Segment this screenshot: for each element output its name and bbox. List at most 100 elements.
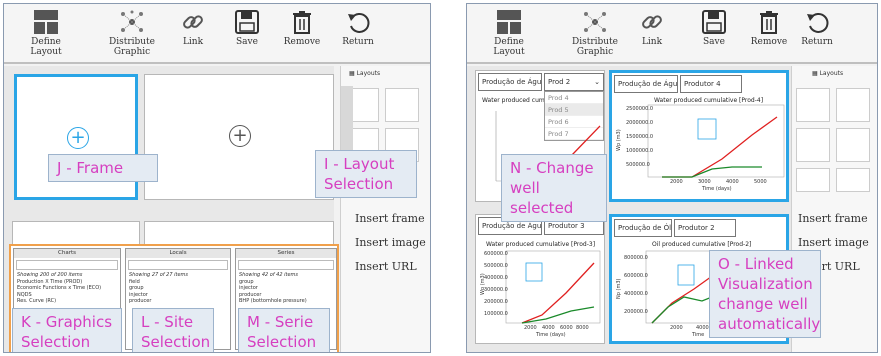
series-green-line [662, 166, 762, 178]
callout-serie-selection: M - Serie Selection [238, 308, 330, 352]
y-tick: 200000.0 [484, 299, 508, 305]
callout-text: Selection [21, 333, 91, 351]
y-tick: 400000.0 [624, 291, 648, 297]
layout-thumb[interactable] [796, 168, 830, 192]
undo-icon [348, 13, 370, 33]
y-tick: 100000.0 [484, 311, 508, 317]
grid-layout-icon [497, 10, 521, 34]
y-tick: 800000.0 [624, 255, 648, 261]
layouts-label: Layouts [356, 70, 381, 77]
link-button[interactable]: Link [637, 10, 667, 47]
insert-frame-link[interactable]: Insert frame [798, 212, 868, 225]
y-tick: 200000.0 [624, 309, 648, 315]
callout-text: L - Site [141, 313, 194, 331]
callout-text: I - Layout [324, 155, 395, 173]
callout-text: Selection [324, 175, 394, 193]
distribute-graphic-button[interactable]: Distribute Graphic [92, 10, 172, 57]
distribute-graphic-button[interactable]: Distribute Graphic [555, 10, 635, 57]
layout-thumb[interactable] [836, 88, 870, 122]
y-tick: 1500000.0 [626, 134, 654, 140]
series-green-line [521, 306, 595, 324]
x-tick: 6000 [560, 325, 573, 331]
y-axis-label: Np (m3) [616, 278, 622, 299]
network-icon [584, 12, 606, 32]
x-axis-label: Time (days) [536, 332, 566, 338]
callout-linked-visualization: O - Linked Visualization change well automa… [709, 250, 821, 338]
x-axis-label: Time (days) [702, 186, 732, 192]
frame-empty[interactable]: + [144, 74, 334, 200]
return-label: Return [801, 37, 833, 47]
x-tick: 3000 [698, 179, 711, 185]
y-tick: 1000000.0 [626, 148, 654, 154]
locals-panel-title: Locals [126, 249, 230, 258]
callout-frame-text: J - Frame [57, 159, 124, 177]
x-tick: 2000 [670, 179, 683, 185]
return-button[interactable]: Return [797, 10, 837, 47]
distribute-graphic-label: Distribute Graphic [571, 37, 618, 57]
chart-frame-2[interactable]: Produção de Água Produtor 4 Water produc… [609, 70, 789, 202]
layouts-icon: ▦ [349, 70, 355, 77]
return-button[interactable]: Return [338, 10, 378, 47]
callout-text: M - Serie [247, 313, 314, 331]
link-icon [642, 15, 662, 29]
insert-image-link[interactable]: Insert image [798, 236, 869, 249]
callout-frame: J - Frame [48, 154, 158, 182]
layout-thumb[interactable] [796, 88, 830, 122]
y-tick: 500000.0 [626, 162, 650, 168]
locals-search-input[interactable] [128, 260, 228, 270]
layouts-icon: ▦ [812, 70, 818, 77]
insert-url-link[interactable]: Insert URL [355, 260, 417, 273]
link-button[interactable]: Link [178, 10, 208, 47]
save-button[interactable]: Save [232, 10, 262, 47]
layout-editor-panel-left: Define Layout Distribute Graphic Link Sa… [3, 3, 431, 353]
y-tick: 2500000.0 [626, 106, 654, 112]
trash-icon [760, 11, 778, 34]
return-label: Return [342, 37, 374, 47]
save-button[interactable]: Save [699, 10, 729, 47]
callout-text: N - Change [510, 159, 594, 177]
callout-text: K - Graphics [21, 313, 113, 331]
list-item[interactable]: producer [126, 298, 230, 305]
x-axis-label: Time [692, 332, 705, 338]
layout-thumb[interactable] [836, 168, 870, 192]
remove-button[interactable]: Remove [282, 10, 322, 47]
distribute-graphic-label: Distribute Graphic [108, 37, 155, 57]
layouts-label: Layouts [819, 70, 844, 77]
callout-text: Selection [247, 333, 317, 351]
add-plus-icon[interactable]: + [67, 127, 89, 149]
list-item[interactable]: BHP (bottomhole pressure) [236, 298, 336, 305]
undo-icon [807, 13, 829, 33]
charts-search-input[interactable] [16, 260, 118, 270]
layout-thumb[interactable] [385, 88, 419, 122]
save-icon [702, 10, 726, 34]
y-tick: 600000.0 [624, 273, 648, 279]
layout-thumb[interactable] [836, 128, 870, 162]
x-tick: 8000 [576, 325, 589, 331]
callout-text: O - Linked [718, 255, 794, 273]
y-tick: 300000.0 [484, 287, 508, 293]
insert-frame-link[interactable]: Insert frame [355, 212, 425, 225]
define-layout-button[interactable]: Define Layout [479, 10, 539, 57]
define-layout-button[interactable]: Define Layout [16, 10, 76, 57]
charts-panel-title: Charts [14, 249, 120, 258]
layout-thumb[interactable] [796, 128, 830, 162]
callout-text: Selection [141, 333, 211, 351]
callout-change-well: N - Change well selected [501, 154, 607, 222]
remove-label: Remove [750, 37, 788, 47]
toolbar: Define Layout Distribute Graphic Link Sa… [4, 4, 430, 64]
x-tick: 4000 [542, 325, 555, 331]
list-item[interactable]: Res. Curve (RC) [14, 298, 120, 305]
chart-frame-3[interactable]: Produção de Água Produtor 3 Water produc… [475, 214, 605, 344]
save-icon [235, 10, 259, 34]
trash-icon [293, 11, 311, 34]
remove-button[interactable]: Remove [749, 10, 789, 47]
define-layout-label: Define Layout [493, 37, 525, 57]
link-label: Link [641, 37, 663, 47]
x-tick: 4000 [696, 325, 709, 331]
save-label: Save [703, 37, 725, 47]
add-plus-icon[interactable]: + [229, 125, 251, 147]
insert-image-link[interactable]: Insert image [355, 236, 426, 249]
callout-graphics-selection: K - Graphics Selection [12, 308, 122, 352]
x-tick: 2000 [670, 325, 683, 331]
series-search-input[interactable] [238, 260, 334, 270]
